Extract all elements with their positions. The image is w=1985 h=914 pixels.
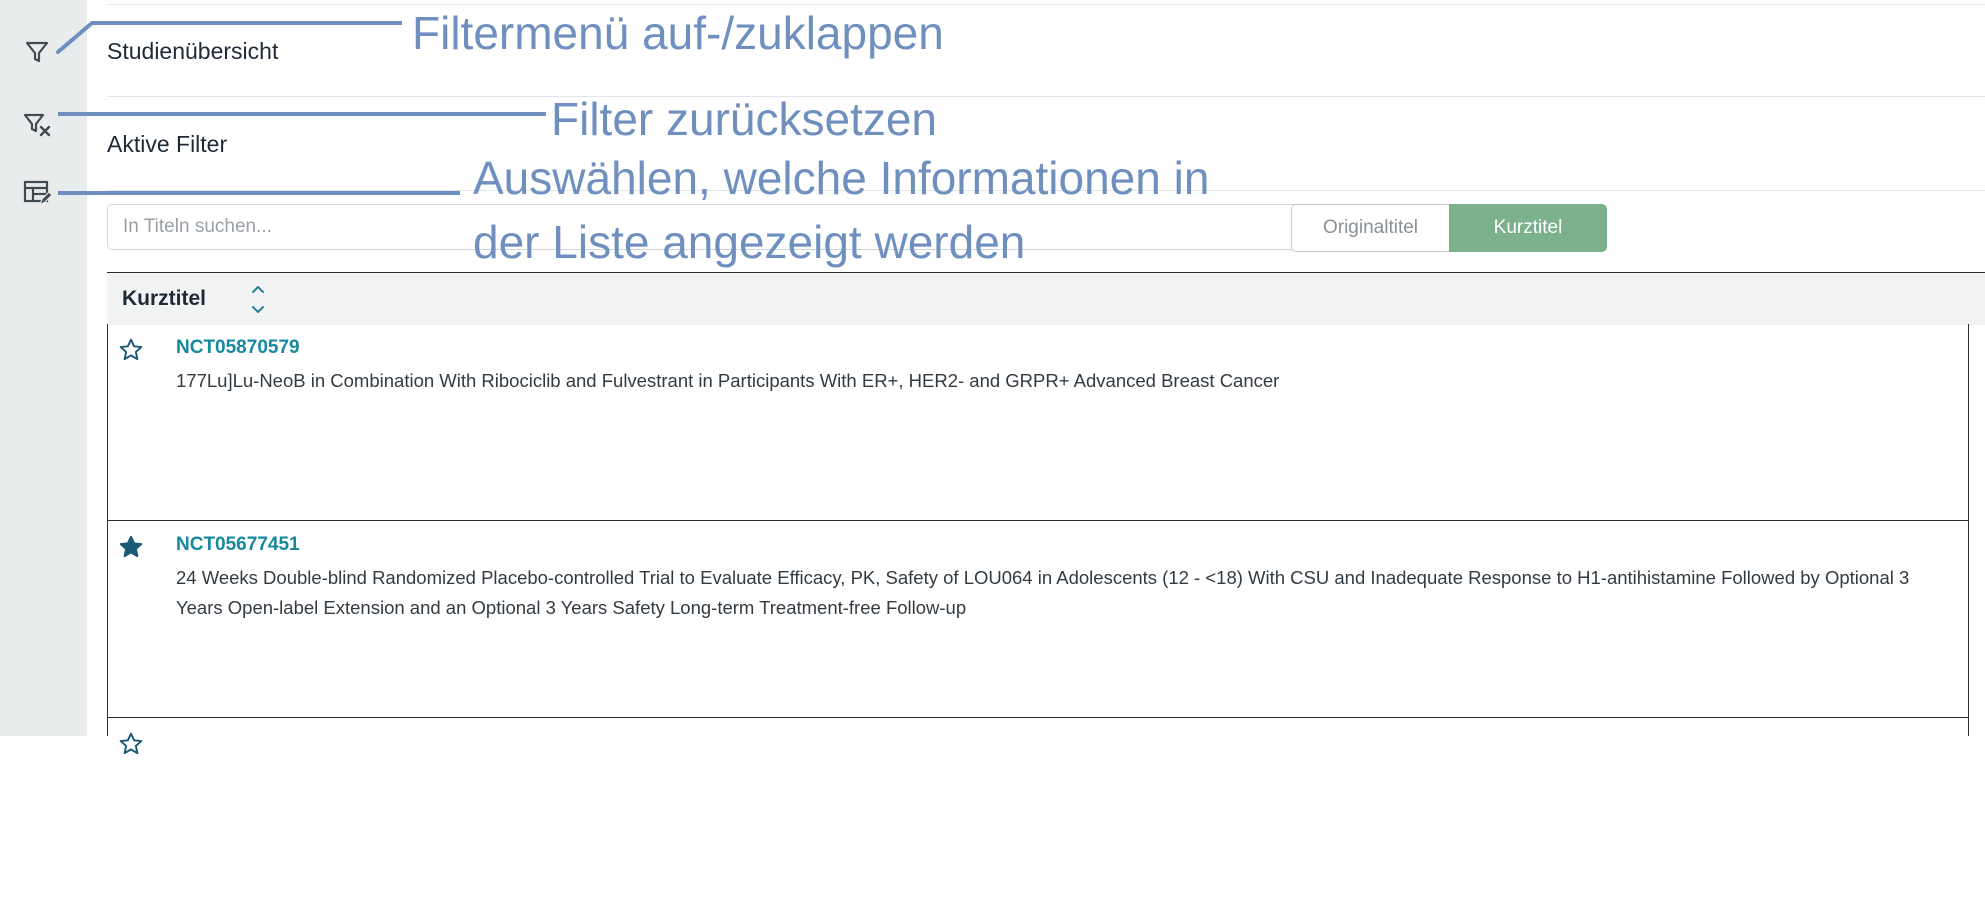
study-id-link[interactable]: NCT05677451 <box>176 534 300 556</box>
study-title: 24 Weeks Double-blind Randomized Placebo… <box>176 567 1910 618</box>
column-header-short-title: Kurztitel <box>122 287 206 310</box>
page-title: Studienübersicht <box>107 38 279 64</box>
divider <box>107 4 1985 5</box>
star-outline-icon[interactable] <box>118 337 144 363</box>
title-toggle: Originaltitel Kurztitel <box>1291 204 1607 252</box>
filter-reset-button[interactable] <box>20 107 54 141</box>
divider <box>107 96 1985 97</box>
study-id-link[interactable]: NCT05870579 <box>176 337 300 359</box>
annotation-filter-toggle: Filtermenü auf-/zuklappen <box>412 7 944 59</box>
study-title: 177Lu]Lu-NeoB in Combination With Riboci… <box>176 370 1280 391</box>
star-outline-icon[interactable] <box>118 731 144 757</box>
sort-icon[interactable] <box>249 280 267 318</box>
column-config-button[interactable] <box>20 176 54 210</box>
table-header: Kurztitel <box>107 272 1985 325</box>
original-title-button[interactable]: Originaltitel <box>1291 204 1449 252</box>
table-row[interactable] <box>108 718 1968 914</box>
study-list: NCT05870579 177Lu]Lu-NeoB in Combination… <box>107 324 1969 755</box>
table-row[interactable]: NCT05870579 177Lu]Lu-NeoB in Combination… <box>108 324 1968 521</box>
sidebar <box>0 0 87 736</box>
annotation-column-config-line2: der Liste angezeigt werden <box>473 216 1026 268</box>
star-filled-icon[interactable] <box>118 534 144 560</box>
table-edit-icon <box>23 180 52 207</box>
annotation-column-config-line1: Auswählen, welche Informationen in <box>473 152 1210 204</box>
active-filters-title: Aktive Filter <box>107 131 228 157</box>
filter-icon <box>25 41 49 63</box>
main-content: Studienübersicht Aktive Filter Originalt… <box>87 0 1985 755</box>
filter-toggle-button[interactable] <box>20 35 54 69</box>
annotation-filter-reset: Filter zurücksetzen <box>551 93 938 145</box>
filter-clear-icon <box>23 113 51 137</box>
table-row[interactable]: NCT05677451 24 Weeks Double-blind Random… <box>108 521 1968 718</box>
short-title-button[interactable]: Kurztitel <box>1449 204 1607 252</box>
